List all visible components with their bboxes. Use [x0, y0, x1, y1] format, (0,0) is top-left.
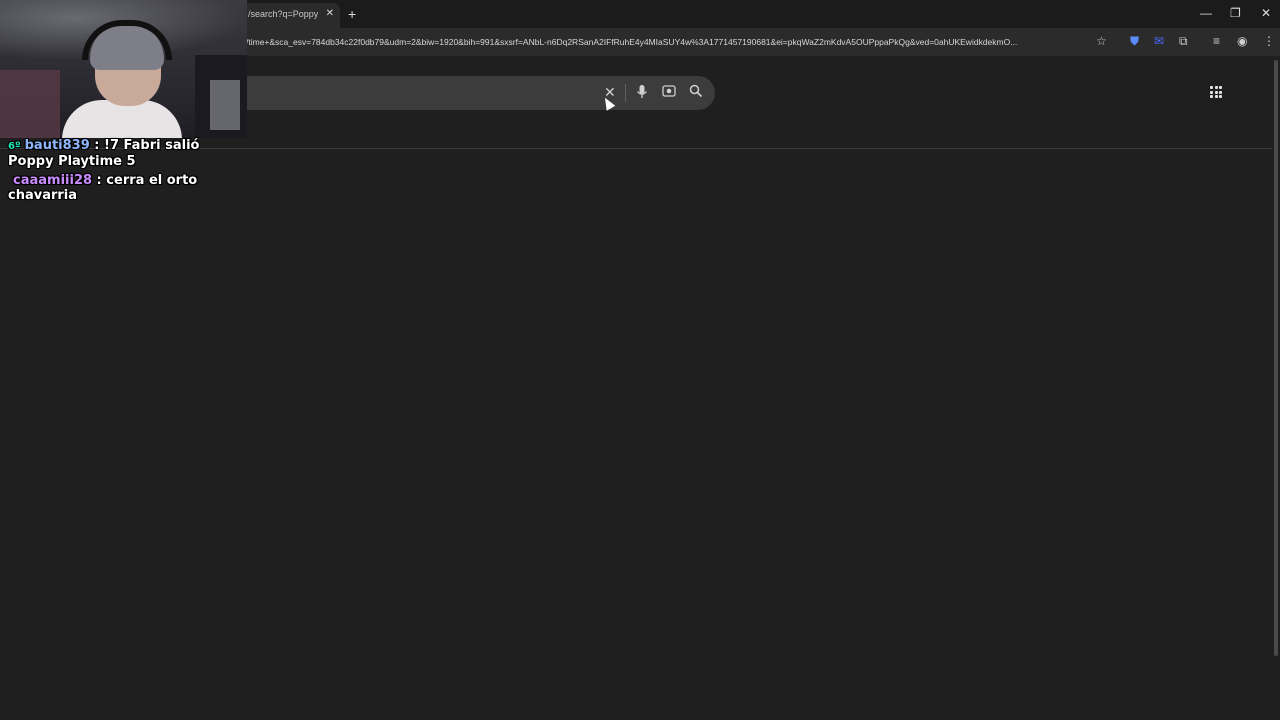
minimize-button[interactable]: — [1200, 6, 1212, 20]
menu-kebab-icon[interactable]: ⋮ [1263, 34, 1275, 48]
chat-message: 6º bauti839 : !7 Fabri salió Poppy Playti… [8, 138, 248, 169]
webcam-chair [0, 70, 60, 138]
profile-icon[interactable]: ◉ [1237, 34, 1247, 48]
extension-icon[interactable]: ✉ [1154, 34, 1164, 48]
media-controls-icon[interactable]: ≡ [1213, 34, 1220, 48]
webcam-equipment [210, 80, 240, 130]
bookmark-star-icon[interactable]: ☆ [1096, 34, 1107, 48]
search-divider [625, 84, 626, 102]
shield-extension-icon[interactable]: ⛊ [1130, 34, 1139, 49]
chat-username: bauti839 [24, 138, 90, 153]
maximize-button[interactable]: ❐ [1230, 6, 1241, 20]
browser-tab[interactable]: /search?q=Poppy - ✕ [240, 3, 340, 28]
page-scrollbar[interactable] [1274, 60, 1278, 656]
camera-lens-icon[interactable] [662, 84, 676, 101]
webcam-overlay [0, 0, 247, 138]
search-bar[interactable]: ✕ [240, 76, 715, 110]
chat-message: caaamiii28 : cerra el orto chavarria [8, 173, 248, 203]
stream-chat-overlay: 6º bauti839 : !7 Fabri salió Poppy Playti… [8, 138, 248, 207]
new-tab-button[interactable]: + [348, 6, 356, 22]
puzzle-extensions-icon[interactable]: ⧉ [1179, 34, 1188, 49]
address-bar[interactable]: /time+&sca_esv=784db34c22f0db79&udm=2&bi… [246, 37, 1088, 47]
tab-title: /search?q=Poppy - [248, 9, 318, 19]
chat-badge: 6º [8, 141, 21, 152]
search-magnifier-icon[interactable] [689, 84, 703, 101]
chat-username: caaamiii28 [13, 173, 93, 188]
google-apps-icon[interactable] [1210, 86, 1222, 98]
window-close-button[interactable]: ✕ [1261, 6, 1271, 20]
microphone-icon[interactable] [636, 84, 648, 103]
chat-separator: : [89, 138, 105, 153]
chat-separator: : [92, 173, 107, 188]
tab-close-icon[interactable]: ✕ [326, 8, 334, 19]
